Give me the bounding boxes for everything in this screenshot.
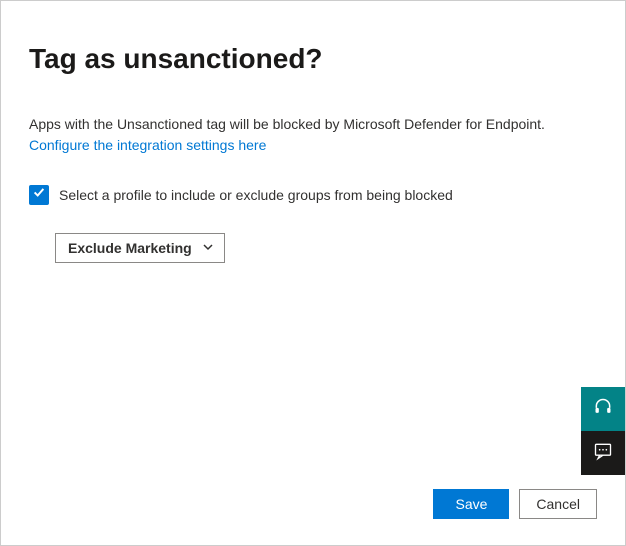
profile-dropdown[interactable]: Exclude Marketing [55, 233, 225, 263]
dialog-footer: Save Cancel [29, 489, 597, 521]
configure-link[interactable]: Configure the integration settings here [29, 137, 597, 153]
unsanctioned-dialog: Tag as unsanctioned? Apps with the Unsan… [0, 0, 626, 546]
save-button[interactable]: Save [433, 489, 509, 519]
headset-icon [593, 397, 613, 422]
profile-checkbox[interactable] [29, 185, 49, 205]
profile-checkbox-row: Select a profile to include or exclude g… [29, 185, 597, 205]
checkmark-icon [32, 185, 46, 204]
feedback-button[interactable] [581, 431, 625, 475]
close-button[interactable] [587, 13, 611, 37]
side-actions [581, 387, 625, 475]
chevron-down-icon [202, 240, 214, 256]
profile-checkbox-label: Select a profile to include or exclude g… [59, 187, 453, 203]
feedback-icon [593, 441, 613, 466]
dialog-description: Apps with the Unsanctioned tag will be b… [29, 115, 597, 135]
help-button[interactable] [581, 387, 625, 431]
dropdown-selected: Exclude Marketing [68, 240, 192, 256]
cancel-button[interactable]: Cancel [519, 489, 597, 519]
dialog-title: Tag as unsanctioned? [29, 43, 597, 75]
